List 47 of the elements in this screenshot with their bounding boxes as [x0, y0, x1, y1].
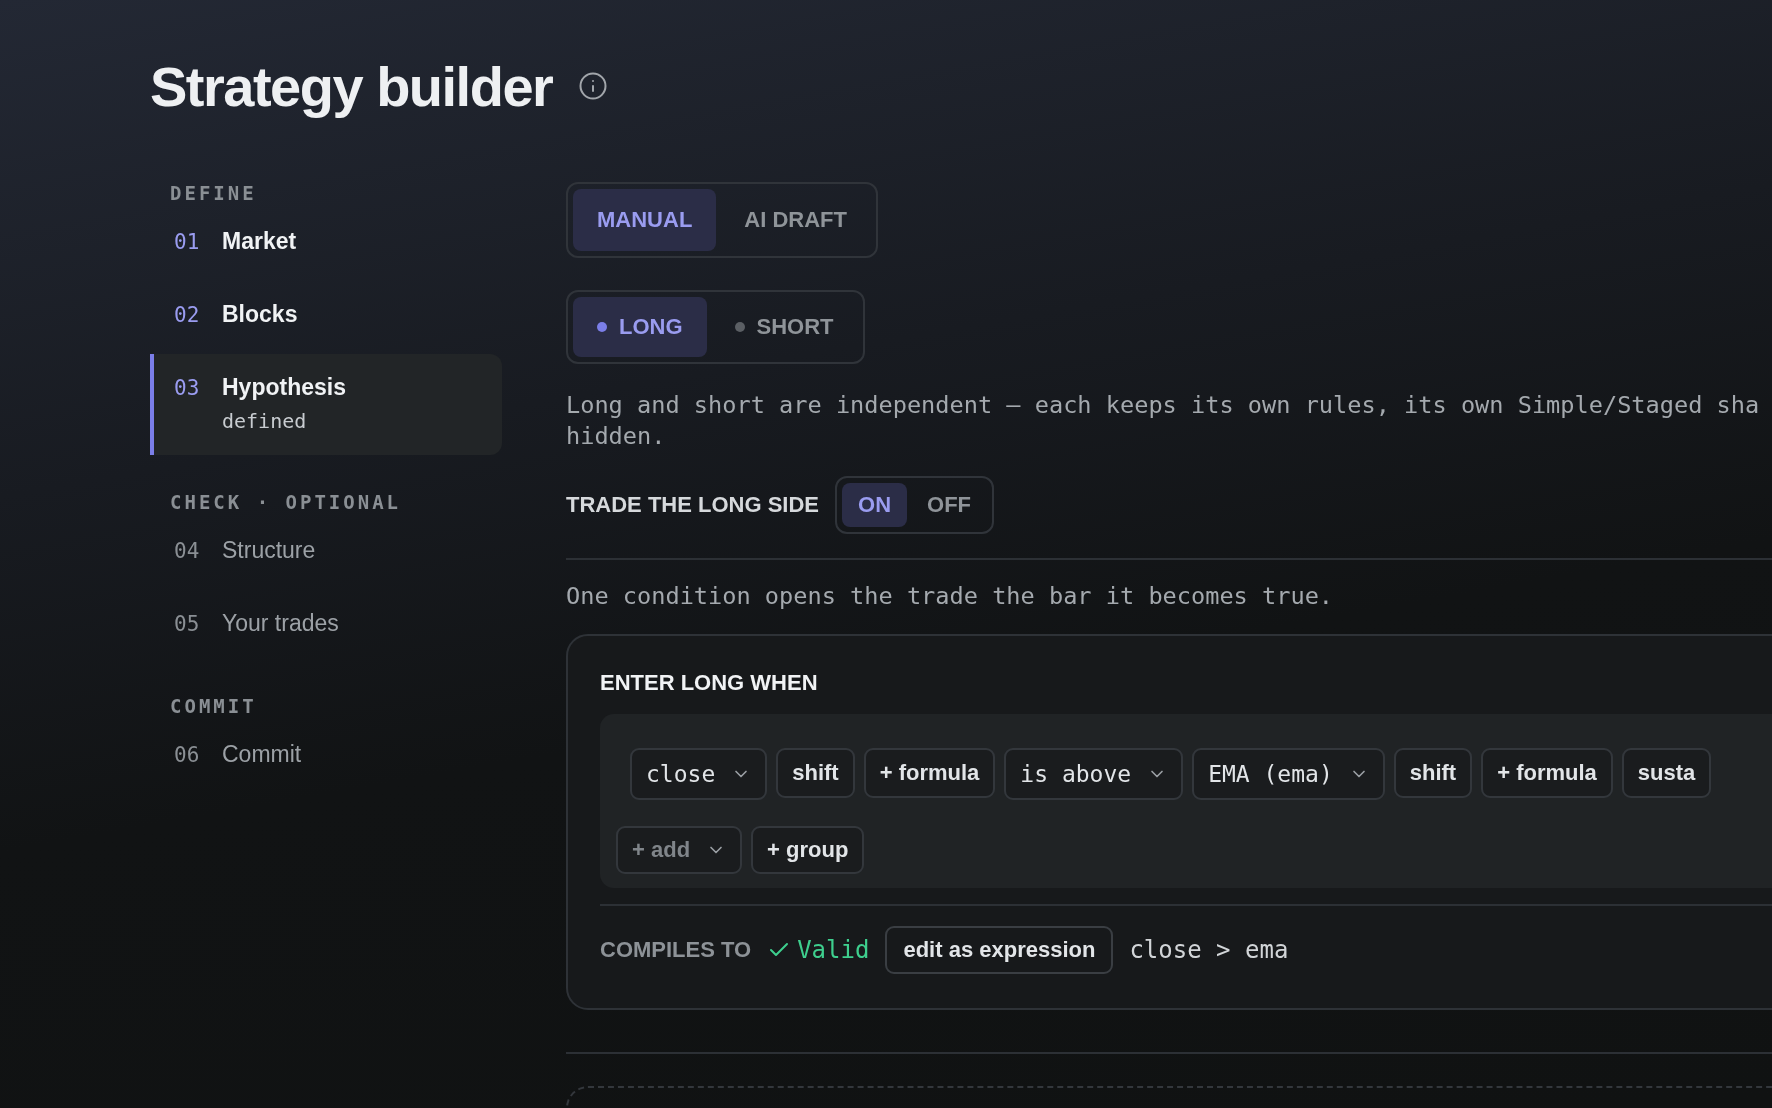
mode-tab[interactable]: MANUAL — [573, 189, 717, 251]
info-icon[interactable] — [578, 71, 609, 101]
dropdown[interactable]: is above — [1004, 748, 1184, 800]
step-status: defined — [222, 409, 308, 433]
nav-item[interactable]: 04 Structure — [150, 517, 502, 586]
nav-item[interactable]: 01 Market — [150, 208, 502, 277]
step-label: Commit — [222, 741, 303, 768]
compiles-label: COMPILES TO — [600, 937, 752, 963]
section-heading: DEFINE — [169, 182, 258, 204]
section-heading: COMMIT — [169, 695, 258, 717]
step-number: 04 — [174, 539, 201, 563]
nav-item[interactable]: 05 Your trades — [150, 590, 502, 659]
side-tab[interactable]: SHORT — [710, 297, 858, 357]
step-number: 05 — [174, 612, 201, 636]
chip-button[interactable]: + formula — [863, 748, 996, 798]
nav-item[interactable]: 02 Blocks — [150, 281, 502, 350]
mode-tab[interactable]: AI DRAFT — [720, 189, 871, 251]
dropdown[interactable]: EMA (ema) — [1192, 748, 1385, 800]
chip-button[interactable]: shift — [1393, 748, 1473, 798]
step-label: Market — [222, 228, 298, 255]
switch-option[interactable]: OFF — [911, 483, 987, 527]
hint-text: One condition opens the trade the bar it becomes true. — [566, 582, 1334, 610]
page-title: Strategy builder — [150, 53, 553, 119]
step-number: 02 — [174, 303, 201, 327]
step-number: 06 — [174, 743, 201, 767]
step-number: 03 — [174, 376, 201, 400]
dropdown[interactable]: close — [630, 748, 768, 800]
chip-button[interactable]: + formula — [1481, 748, 1613, 798]
nav-item[interactable]: 03 Hypothesis defined — [150, 354, 502, 455]
expression-text: close > ema — [1129, 936, 1289, 964]
validity-status: Valid — [767, 936, 870, 964]
toggle-label: TRADE THE LONG SIDE — [566, 492, 819, 518]
edit-expression-button[interactable]: edit as expression — [885, 926, 1114, 974]
step-number: 01 — [174, 230, 201, 254]
step-label: Structure — [222, 537, 317, 564]
step-label: Your trades — [222, 610, 340, 637]
side-tab[interactable]: LONG — [573, 297, 707, 357]
description-text: Long and short are independent — each keeps its own rules, its own Simple/Staged sha hidden. — [566, 390, 1760, 452]
section-heading: CHECK · OPTIONAL — [169, 491, 403, 513]
chip-button[interactable]: shift — [776, 748, 855, 798]
card-title: ENTER LONG WHEN — [600, 670, 819, 696]
step-label: Hypothesis — [222, 374, 347, 401]
nav-item[interactable]: 06 Commit — [150, 721, 502, 790]
chip-button[interactable]: susta — [1621, 748, 1712, 798]
chip-button[interactable]: + group — [751, 826, 865, 874]
step-label: Blocks — [222, 301, 299, 328]
switch-option[interactable]: ON — [842, 483, 907, 527]
